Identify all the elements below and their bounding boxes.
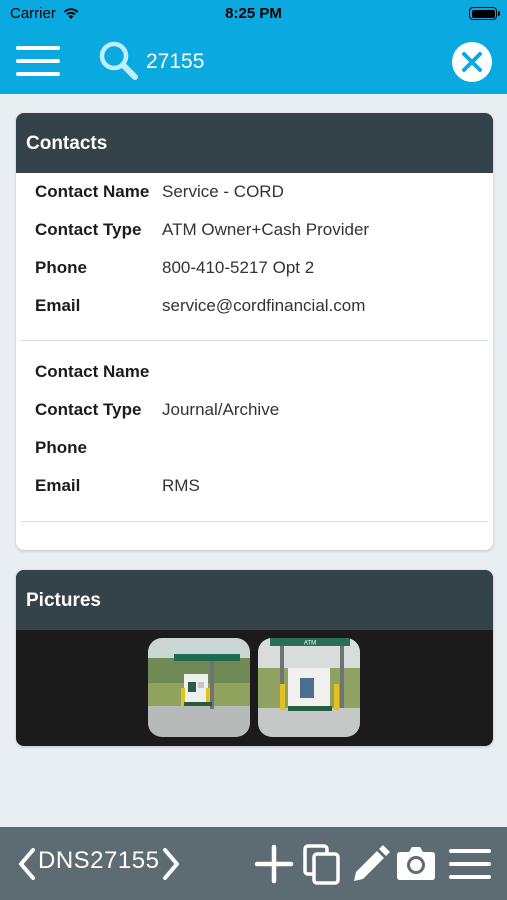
status-bar: Carrier 8:25 PM bbox=[0, 0, 507, 28]
field-label: Phone bbox=[35, 258, 87, 277]
contact-type-value: ATM Owner+Cash Provider bbox=[162, 220, 370, 239]
email-value[interactable]: RMS bbox=[162, 476, 200, 496]
field-label: Contact Name bbox=[35, 182, 150, 201]
field-label: Email bbox=[35, 476, 81, 495]
status-time: 8:25 PM bbox=[225, 5, 282, 22]
atm-photo-thumbnail[interactable] bbox=[148, 638, 250, 737]
field-label: Contact Name bbox=[35, 362, 150, 381]
close-icon[interactable] bbox=[452, 42, 492, 82]
divider bbox=[21, 340, 488, 341]
camera-icon[interactable] bbox=[396, 843, 436, 885]
add-icon[interactable] bbox=[254, 843, 294, 885]
phone-row: Phone 800-410-5217 Opt 2 bbox=[16, 249, 493, 287]
phone-value[interactable]: 800-410-5217 Opt 2 bbox=[162, 258, 314, 278]
contact-name-row: Contact Name Service - CORD bbox=[16, 173, 493, 211]
bottom-toolbar: DNS27155 bbox=[0, 827, 507, 900]
divider bbox=[21, 521, 488, 522]
top-navigation-bar bbox=[0, 28, 507, 94]
contacts-header: Contacts bbox=[16, 113, 493, 173]
search-icon bbox=[99, 41, 138, 80]
contact-name-row: Contact Name bbox=[16, 353, 493, 391]
chevron-right-icon[interactable] bbox=[160, 847, 182, 881]
email-row: Email service@cordfinancial.com bbox=[16, 287, 493, 325]
field-label: Contact Type bbox=[35, 220, 142, 239]
battery-icon bbox=[469, 7, 500, 20]
pictures-card: Pictures ATM bbox=[16, 570, 493, 746]
field-label: Phone bbox=[35, 438, 87, 457]
contact-entry: Contact Name Contact Type Journal/Archiv… bbox=[16, 353, 493, 505]
search-input[interactable] bbox=[146, 46, 426, 78]
contact-entry: Contact Name Service - CORD Contact Type… bbox=[16, 173, 493, 325]
list-menu-icon[interactable] bbox=[448, 843, 492, 885]
pictures-header: Pictures bbox=[16, 570, 493, 630]
contacts-card: Contacts Contact Name Service - CORD Con… bbox=[16, 113, 493, 550]
contact-name-value: Service - CORD bbox=[162, 182, 284, 201]
hamburger-menu-icon[interactable] bbox=[16, 46, 60, 76]
contact-type-row: Contact Type ATM Owner+Cash Provider bbox=[16, 211, 493, 249]
chevron-left-icon[interactable] bbox=[16, 847, 38, 881]
atm-photo-thumbnail[interactable]: ATM bbox=[258, 638, 360, 737]
email-row: Email RMS bbox=[16, 467, 493, 505]
contact-type-value: Journal/Archive bbox=[162, 400, 280, 419]
field-label: Contact Type bbox=[35, 400, 142, 419]
contact-type-row: Contact Type Journal/Archive bbox=[16, 391, 493, 429]
record-id: DNS27155 bbox=[38, 847, 160, 874]
email-value[interactable]: service@cordfinancial.com bbox=[162, 296, 365, 316]
phone-row: Phone bbox=[16, 429, 493, 467]
edit-pencil-icon[interactable] bbox=[350, 843, 390, 885]
copy-icon[interactable] bbox=[302, 843, 342, 885]
field-label: Email bbox=[35, 296, 81, 315]
atm-sign-text: ATM bbox=[304, 641, 316, 647]
